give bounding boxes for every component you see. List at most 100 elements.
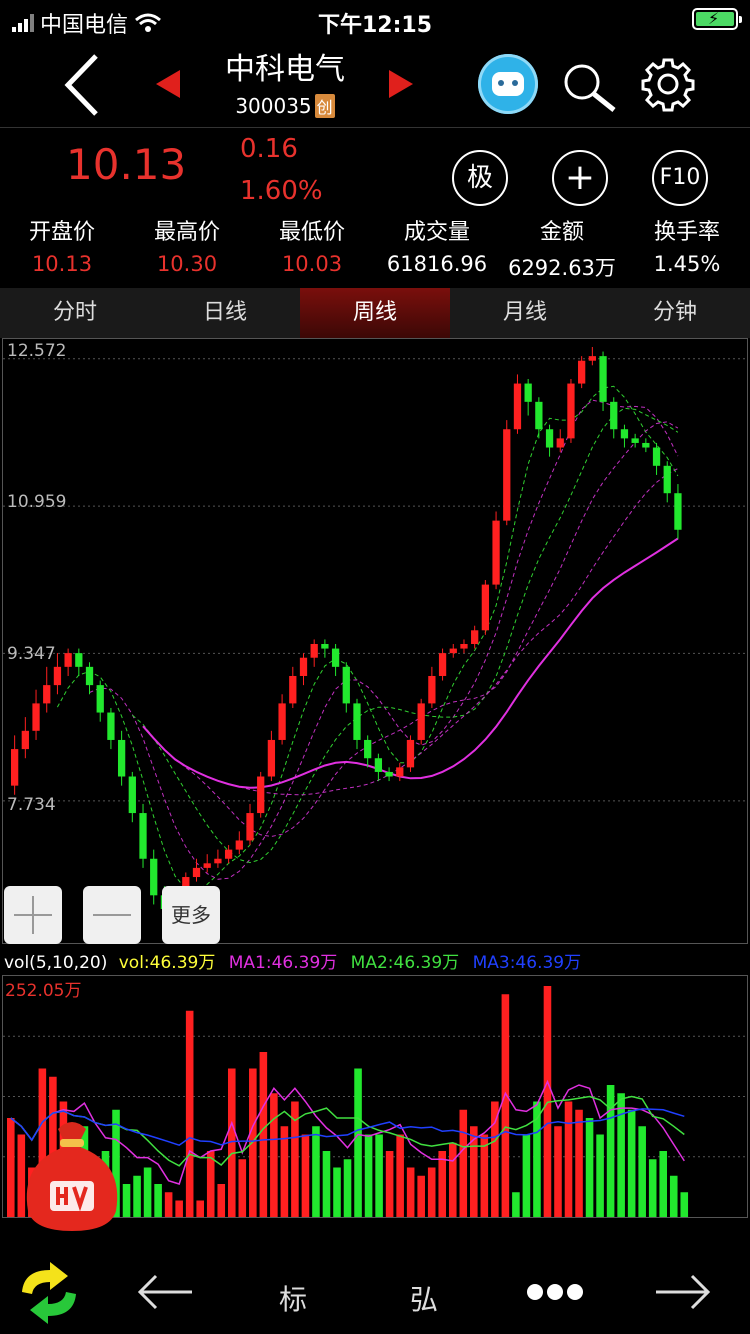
plus-icon (14, 896, 52, 934)
volume-bar (312, 1126, 320, 1217)
volume-bar (238, 1159, 247, 1217)
hong-button[interactable]: 弘 (410, 1278, 438, 1318)
volume-bar (343, 1159, 352, 1217)
extreme-button[interactable]: 极 (452, 150, 508, 206)
stat-label: 换手率 (653, 220, 720, 245)
vol-ma1: MA1:46.39万 (228, 953, 338, 973)
candle-body (438, 653, 447, 676)
volume-bar (659, 1151, 668, 1217)
y-tick-label: 10.959 (7, 492, 67, 512)
volume-bar (575, 1109, 583, 1217)
stat-label: 最高价 (153, 220, 220, 245)
period-tabs: 分时 日线 周线 月线 分钟 (0, 288, 750, 338)
volume-bar (270, 1093, 278, 1217)
volume-bar (7, 1118, 15, 1217)
robot-assistant-icon[interactable] (478, 54, 538, 114)
tab-monthly[interactable]: 月线 (450, 288, 600, 338)
zoom-out-button[interactable] (83, 886, 141, 944)
back-button[interactable] (60, 50, 104, 120)
volume-bar (175, 1200, 183, 1217)
stat-value: 61816.96 (386, 252, 488, 276)
vol-max-label: 252.05万 (5, 981, 82, 1001)
prev-stock-button[interactable] (156, 70, 180, 98)
volume-bar (448, 1142, 457, 1217)
volume-bar (606, 1085, 615, 1217)
candle-body (642, 442, 650, 448)
battery-icon: ⚡ (692, 8, 742, 30)
status-bar: 中国电信 下午12:15 ⚡ (0, 0, 750, 40)
candle-body (374, 758, 383, 772)
volume-bar (217, 1184, 226, 1217)
tab-daily[interactable]: 日线 (150, 288, 300, 338)
ma-line (239, 468, 679, 796)
arrow-left-icon[interactable] (136, 1272, 194, 1312)
volume-bar (427, 1167, 436, 1217)
candle-body (503, 429, 511, 521)
volume-bar (185, 1010, 194, 1217)
stat-value: 10.03 (281, 252, 343, 276)
candle-body (267, 739, 276, 777)
volume-bar (669, 1175, 678, 1217)
more-dots-icon[interactable] (526, 1282, 584, 1302)
candle-body (21, 730, 29, 750)
candle-body (674, 493, 682, 530)
candle-body (428, 675, 436, 704)
candle-body (588, 356, 596, 361)
candle-body (567, 383, 575, 439)
refresh-icon[interactable] (14, 1262, 84, 1324)
candle-body (513, 383, 522, 430)
candle-body (128, 776, 136, 814)
volume-bar (648, 1159, 657, 1217)
quote-panel: 10.13 0.16 1.60% 极 + F10 开盘价 最高价 最低价 成交量… (0, 128, 750, 286)
y-tick-label: 7.734 (7, 795, 56, 815)
mark-button[interactable]: 标 (279, 1278, 307, 1318)
candle-body (663, 465, 671, 494)
arrow-right-icon[interactable] (654, 1272, 712, 1312)
candle-body (214, 858, 222, 864)
search-icon[interactable] (560, 58, 620, 118)
volume-bar (617, 1093, 625, 1217)
red-envelope-graphic (26, 1122, 118, 1231)
ma-line (131, 407, 679, 864)
zoom-in-button[interactable] (4, 886, 62, 944)
candle-body (342, 666, 350, 704)
candle-body (331, 648, 340, 667)
volume-bar (564, 1101, 573, 1217)
price-change-pct: 1.60% (240, 176, 323, 206)
candle-body (492, 520, 500, 585)
candle-body (299, 657, 308, 676)
add-watchlist-button[interactable]: + (552, 150, 608, 206)
volume-bar (196, 1200, 204, 1217)
volume-bar (133, 1175, 141, 1217)
kline-svg (3, 347, 747, 914)
volume-bar (554, 1126, 562, 1217)
candle-body (545, 429, 554, 448)
kline-chart[interactable]: 12.572 10.959 9.347 7.734 (2, 338, 748, 944)
bottom-toolbar: 标 弘 (0, 1250, 750, 1334)
next-stock-button[interactable] (389, 70, 413, 98)
candle-body (11, 749, 19, 786)
tab-intraday[interactable]: 分时 (0, 288, 150, 338)
candle-body (406, 739, 415, 768)
f10-button[interactable]: F10 (652, 150, 708, 206)
candle-body (64, 653, 72, 667)
candle-body (96, 685, 104, 713)
stat-value: 10.30 (156, 252, 218, 276)
stat-value: 1.45% (653, 252, 721, 276)
candle-body (310, 644, 318, 658)
volume-bar (143, 1167, 152, 1217)
volume-bar (638, 1126, 646, 1217)
red-envelope-icon[interactable] (20, 1115, 124, 1233)
candle-body (257, 776, 265, 814)
volume-bar (364, 1134, 373, 1217)
candle-body (396, 767, 404, 777)
candle-body (117, 739, 126, 777)
vol-ma2: MA2:46.39万 (350, 953, 460, 973)
tab-minute[interactable]: 分钟 (600, 288, 750, 338)
gear-icon[interactable] (640, 56, 696, 112)
minus-icon (93, 914, 131, 916)
candle-body (460, 644, 468, 649)
tab-weekly[interactable]: 周线 (300, 288, 450, 338)
more-button[interactable]: 更多 (162, 886, 220, 944)
candle-body (610, 401, 618, 430)
